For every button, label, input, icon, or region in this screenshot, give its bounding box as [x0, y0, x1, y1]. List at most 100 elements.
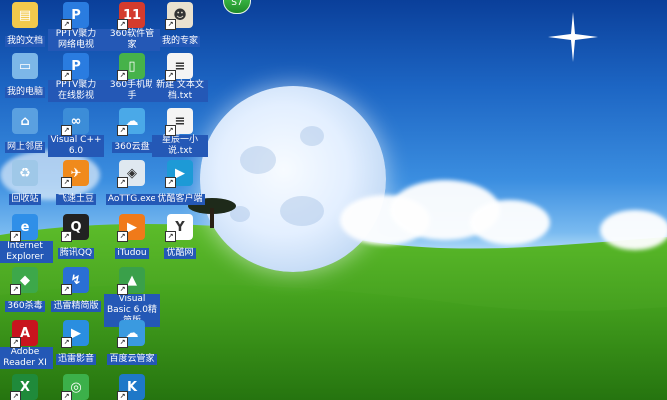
app-icon: ▶ ↗: [117, 214, 145, 242]
desktop-icon-label: 我的电脑: [4, 87, 45, 98]
desktop-icon-label: 我的文档: [4, 36, 45, 47]
tray-badge[interactable]: S7: [223, 0, 251, 14]
desktop-icon[interactable]: ▲↗Visual Basic 6.0精简版: [104, 267, 160, 327]
desktop-icon[interactable]: P ↗ PPTV聚力 在线影视: [48, 53, 104, 102]
shortcut-arrow-icon: ↗: [165, 19, 176, 30]
desktop-icon-label: 优酷网: [164, 248, 196, 259]
desktop-icon-label: PPTV聚力 网络电视: [48, 29, 104, 51]
moon: [200, 86, 386, 272]
desktop-icon[interactable]: ▭ 我的电脑: [0, 53, 53, 98]
shortcut-arrow-icon: ↗: [117, 125, 128, 136]
desktop-icon-label: 优酷客户端: [155, 194, 205, 205]
app-icon: ◈ ↗: [117, 160, 145, 188]
desktop-icon-label: 迅雷精简版: [51, 301, 101, 312]
app-icon: ▶ ↗: [165, 160, 193, 188]
desktop-icon-label: 星辰一小说.txt: [152, 135, 208, 157]
app-icon: ∞ ↗: [61, 108, 89, 136]
desktop-icon[interactable]: ≡ ↗ 新建 文本文档.txt: [152, 53, 208, 102]
shortcut-arrow-icon: ↗: [10, 231, 21, 242]
desktop-icon[interactable]: ☻ ↗ 我的专家: [152, 2, 208, 47]
sparkle-star: [548, 12, 598, 62]
desktop-icon[interactable]: ▶ ↗ 优酷客户端: [152, 160, 208, 205]
desktop-icon[interactable]: ▤ 我的文档: [0, 2, 53, 47]
desktop-icon[interactable]: ✈ ↗ 飞速土豆: [48, 160, 104, 205]
desktop-icon-label: 腾讯QQ: [57, 248, 95, 259]
app-icon: ♻: [12, 160, 38, 186]
app-icon: 11 ↗: [117, 2, 145, 30]
desktop-icon[interactable]: X ↗: [0, 374, 53, 400]
shortcut-arrow-icon: ↗: [10, 337, 21, 348]
desktop-icon-label: AoTTG.exe: [105, 194, 159, 205]
app-icon: ✈ ↗: [61, 160, 89, 188]
app-icon: X ↗: [10, 374, 38, 400]
desktop-icon[interactable]: ⌂ 网上邻居: [0, 108, 53, 153]
desktop-icon[interactable]: Q ↗ 腾讯QQ: [48, 214, 104, 259]
shortcut-arrow-icon: ↗: [10, 284, 21, 295]
app-icon: ▤: [12, 2, 38, 28]
app-icon: e ↗: [10, 214, 38, 242]
app-icon: A ↗: [10, 320, 38, 348]
shortcut-arrow-icon: ↗: [117, 231, 128, 242]
app-icon: Y ↗: [165, 214, 193, 242]
shortcut-arrow-icon: ↗: [165, 70, 176, 81]
desktop-icon-label: 360杀毒: [5, 301, 45, 312]
app-icon: ◎ ↗: [61, 374, 89, 400]
shortcut-arrow-icon: ↗: [61, 19, 72, 30]
shortcut-arrow-icon: ↗: [165, 231, 176, 242]
desktop-icon-label: 新建 文本文档.txt: [152, 80, 208, 102]
shortcut-arrow-icon: ↗: [117, 19, 128, 30]
shortcut-arrow-icon: ↗: [10, 391, 21, 400]
app-icon: ☁ ↗: [117, 320, 145, 348]
desktop-icon-label: Visual C++ 6.0: [48, 135, 104, 157]
shortcut-arrow-icon: ↗: [61, 284, 72, 295]
desktop-icon[interactable]: ↯ ↗ 迅雷精简版: [48, 267, 104, 312]
desktop-wallpaper: S7 ▤ 我的文档 P ↗ PPTV聚力 网络电视 11 ↗ 360软件管家 ☻ ↗ 我的专家 ▭ 我的…: [0, 0, 667, 400]
app-icon: ⌂: [12, 108, 38, 134]
shortcut-arrow-icon: ↗: [61, 231, 72, 242]
desktop-icon[interactable]: e ↗ Internet Explorer: [0, 214, 53, 263]
desktop-icon-label: iTudou: [115, 248, 149, 259]
app-icon: P ↗: [61, 53, 89, 81]
desktop-icon[interactable]: Y ↗ 优酷网: [152, 214, 208, 259]
app-icon: ▭: [12, 53, 38, 79]
desktop-icon[interactable]: ◆ ↗ 360杀毒: [0, 267, 53, 312]
desktop-icon-label: 百度云管家: [107, 354, 157, 365]
shortcut-arrow-icon: ↗: [117, 70, 128, 81]
desktop-icon[interactable]: K ↗: [104, 374, 160, 400]
app-icon: ▯ ↗: [117, 53, 145, 81]
desktop-icon-label: 回收站: [9, 194, 41, 205]
shortcut-arrow-icon: ↗: [117, 337, 128, 348]
app-icon: Q ↗: [61, 214, 89, 242]
desktop-icon-label: 我的专家: [159, 36, 200, 47]
desktop-icon[interactable]: ☁ ↗ 百度云管家: [104, 320, 160, 365]
desktop-icon-label: 360云盘: [112, 142, 152, 153]
shortcut-arrow-icon: ↗: [61, 70, 72, 81]
desktop-icon-label: 迅雷影音: [55, 354, 96, 365]
shortcut-arrow-icon: ↗: [61, 391, 72, 400]
app-icon: ≡ ↗: [165, 108, 193, 136]
desktop-icon[interactable]: ◎ ↗: [48, 374, 104, 400]
app-icon: K ↗: [117, 374, 145, 400]
desktop-icon[interactable]: ♻ 回收站: [0, 160, 53, 205]
app-icon: ☁ ↗: [117, 108, 145, 136]
desktop-icon[interactable]: A ↗ Adobe Reader XI: [0, 320, 53, 369]
desktop-icon-label: PPTV聚力 在线影视: [48, 80, 104, 102]
shortcut-arrow-icon: ↗: [61, 337, 72, 348]
shortcut-arrow-icon: ↗: [61, 177, 72, 188]
app-icon: ≡ ↗: [165, 53, 193, 81]
app-icon: ☻ ↗: [165, 2, 193, 30]
shortcut-arrow-icon: ↗: [117, 177, 128, 188]
app-icon: ▶ ↗: [61, 320, 89, 348]
app-icon: ↯ ↗: [61, 267, 89, 295]
shortcut-arrow-icon: ↗: [165, 125, 176, 136]
desktop-icon-label: 网上邻居: [4, 142, 45, 153]
desktop-icon[interactable]: ▶ ↗ 迅雷影音: [48, 320, 104, 365]
desktop-icon[interactable]: P ↗ PPTV聚力 网络电视: [48, 2, 104, 51]
desktop-icon-label: 飞速土豆: [55, 194, 96, 205]
desktop-icon[interactable]: ∞ ↗ Visual C++ 6.0: [48, 108, 104, 157]
shortcut-arrow-icon: ↗: [165, 177, 176, 188]
app-icon: ◆ ↗: [10, 267, 38, 295]
desktop-icon[interactable]: ≡ ↗ 星辰一小说.txt: [152, 108, 208, 157]
app-icon: ▲ ↗: [117, 267, 145, 295]
shortcut-arrow-icon: ↗: [117, 391, 128, 400]
